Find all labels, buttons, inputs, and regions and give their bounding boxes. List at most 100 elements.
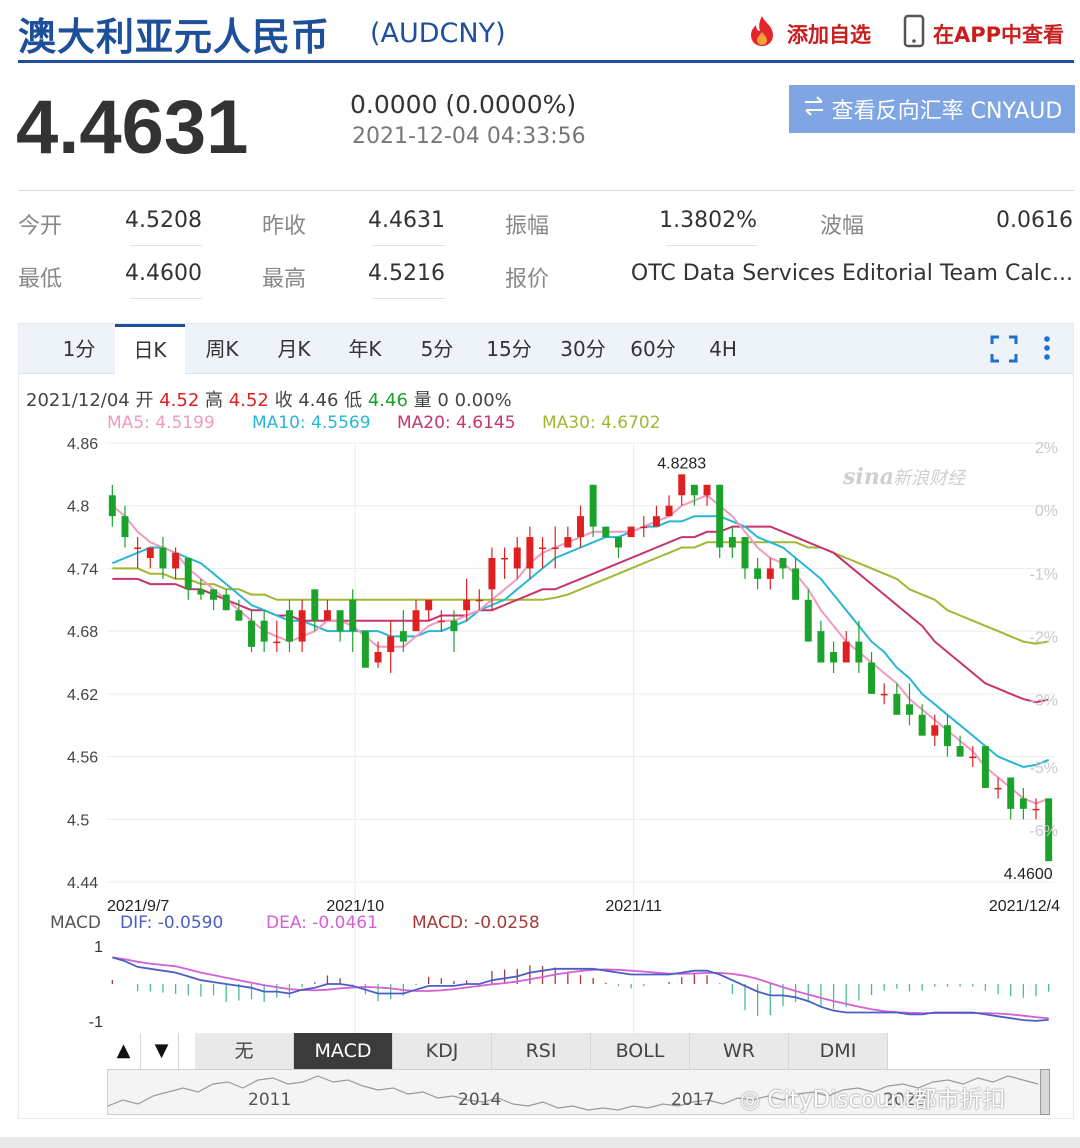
candle-body [539, 547, 547, 550]
candle[interactable] [501, 547, 509, 579]
candle[interactable] [184, 557, 192, 600]
indicator-boll[interactable]: BOLL [591, 1033, 690, 1069]
legend-percent: 0.00% [454, 390, 512, 411]
wechat-watermark: ◎ CityDiscount都市折扣 [740, 1080, 1005, 1114]
candle[interactable] [425, 599, 433, 621]
candle[interactable] [564, 526, 572, 548]
candle[interactable] [817, 620, 825, 663]
candle[interactable] [146, 547, 154, 569]
candle[interactable] [868, 652, 876, 694]
candle-body [450, 620, 458, 632]
candle[interactable] [526, 526, 534, 579]
candle[interactable] [906, 683, 913, 726]
stat-value-open: 4.5208 [125, 208, 202, 233]
sina-logo-watermark: sina 新浪财经 [842, 462, 973, 501]
candle[interactable] [792, 557, 800, 600]
candle[interactable] [830, 641, 838, 673]
indicator-none[interactable]: 无 [195, 1033, 294, 1069]
candle[interactable] [652, 505, 660, 527]
candle[interactable] [589, 484, 597, 538]
x-tick-label: 2021/11 [605, 898, 662, 915]
tab-30min[interactable]: 30分 [555, 324, 611, 374]
stat-label-high: 最高 [262, 267, 307, 292]
candle-body [336, 610, 344, 632]
x-tick-label: 2021/12/4 [989, 898, 1060, 915]
candle[interactable] [678, 474, 686, 506]
candle[interactable] [943, 714, 951, 757]
candle[interactable] [412, 599, 420, 632]
candle[interactable] [880, 683, 888, 705]
candle[interactable] [716, 484, 724, 558]
tab-weekly[interactable]: 周K [199, 324, 245, 374]
candlestick-chart[interactable]: 4.86 4.8 4.74 4.68 4.62 4.56 4.5 4.44 2% 0% -1% -2%… [19, 433, 1073, 1033]
candle-body [475, 599, 483, 602]
candle[interactable] [323, 599, 331, 621]
candle-body [387, 636, 395, 653]
fullscreen-icon[interactable] [989, 334, 1019, 368]
tab-daily[interactable]: 日K [115, 324, 185, 374]
candle[interactable] [336, 610, 344, 642]
candle[interactable] [931, 714, 939, 747]
more-menu-icon[interactable] [1037, 334, 1057, 368]
candle[interactable] [842, 631, 850, 663]
candle[interactable] [260, 610, 268, 653]
candle[interactable] [766, 557, 774, 590]
candle[interactable] [1007, 777, 1015, 820]
stat-underline [130, 298, 202, 299]
candle[interactable] [754, 557, 762, 590]
candle-body [412, 610, 420, 632]
candle[interactable] [665, 495, 673, 517]
legend-ma5: MA5: 4.5199 [107, 413, 215, 433]
candle[interactable] [387, 620, 395, 673]
candle[interactable] [602, 526, 610, 538]
tab-60min[interactable]: 60分 [625, 324, 681, 374]
candle[interactable] [1019, 787, 1027, 820]
candle[interactable] [222, 589, 230, 611]
candle[interactable] [121, 505, 129, 548]
candle[interactable] [627, 526, 635, 538]
candle[interactable] [450, 610, 458, 653]
stat-underline [372, 298, 445, 299]
candle[interactable] [285, 599, 293, 653]
candle-body [804, 599, 812, 642]
candle-body [981, 746, 989, 788]
candle-body [830, 652, 838, 663]
scroll-up-button[interactable]: ▲ [107, 1033, 141, 1069]
indicator-wr[interactable]: WR [690, 1033, 789, 1069]
candle[interactable] [614, 537, 622, 558]
candle[interactable] [804, 589, 812, 642]
candle[interactable] [513, 537, 521, 579]
tab-15min[interactable]: 15分 [481, 324, 537, 374]
scroll-down-button[interactable]: ▼ [145, 1033, 179, 1069]
indicator-rsi[interactable]: RSI [492, 1033, 591, 1069]
tab-monthly[interactable]: 月K [271, 324, 317, 374]
candle[interactable] [577, 505, 584, 548]
candle[interactable] [298, 599, 306, 653]
tab-1min[interactable]: 1分 [59, 324, 99, 374]
candle[interactable] [248, 610, 255, 653]
candle[interactable] [108, 484, 116, 527]
open-in-app-button[interactable]: 在APP中查看 [903, 14, 1064, 53]
candle[interactable] [361, 631, 369, 668]
candle[interactable] [703, 484, 711, 506]
macd-tick-label: 1 [94, 939, 103, 956]
candle[interactable] [728, 526, 736, 558]
navigator-handle[interactable] [1040, 1069, 1050, 1115]
candle[interactable] [210, 589, 218, 611]
indicator-kdj[interactable]: KDJ [393, 1033, 492, 1069]
candle[interactable] [981, 746, 989, 788]
candle[interactable] [741, 537, 749, 579]
indicator-dmi[interactable]: DMI [789, 1033, 888, 1069]
candle[interactable] [159, 537, 167, 579]
candle[interactable] [893, 683, 901, 715]
candle[interactable] [1032, 798, 1040, 820]
tab-4h[interactable]: 4H [705, 324, 741, 374]
add-favorite-button[interactable]: 添加自选 [745, 14, 871, 53]
tab-yearly[interactable]: 年K [342, 324, 388, 374]
candle-body [248, 620, 255, 647]
candle[interactable] [918, 704, 926, 736]
tab-5min[interactable]: 5分 [415, 324, 459, 374]
reverse-rate-button[interactable]: 查看反向汇率 CNYAUD [789, 85, 1075, 133]
legend-open-label: 开 [135, 390, 154, 411]
indicator-macd[interactable]: MACD [294, 1033, 393, 1069]
